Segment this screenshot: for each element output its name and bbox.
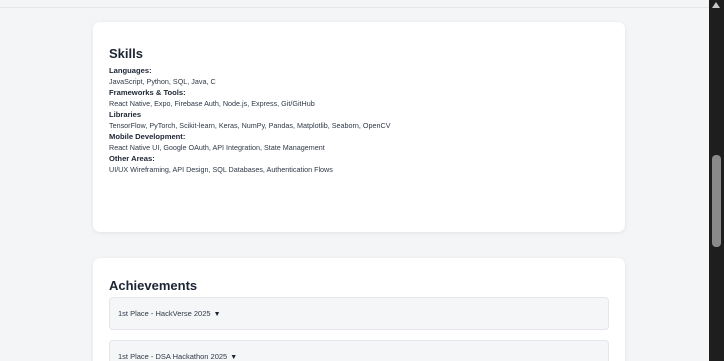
skill-category-label: Other Areas: (109, 154, 155, 163)
achievement-label: 1st Place - HackVerse 2025 ▼ (118, 309, 221, 318)
achievement-item-dsa-hackathon[interactable]: 1st Place - DSA Hackathon 2025 ▼ (109, 340, 609, 361)
achievement-label-text: 1st Place - HackVerse 2025 (118, 309, 211, 318)
skill-category-items: React Native, Expo, Firebase Auth, Node.… (109, 99, 315, 108)
skill-category-items: React Native UI, Google OAuth, API Integ… (109, 143, 325, 152)
achievement-label-text: 1st Place - DSA Hackathon 2025 (118, 352, 228, 361)
skill-category-items: UI/UX Wireframing, API Design, SQL Datab… (109, 165, 333, 174)
vertical-scrollbar[interactable] (709, 0, 724, 361)
skills-card: Skills Languages: JavaScript, Python, SQ… (93, 22, 625, 232)
page-viewport: Skills Languages: JavaScript, Python, SQ… (0, 0, 724, 361)
skill-category-label: Frameworks & Tools: (109, 88, 186, 97)
caret-down-icon: ▼ (230, 354, 238, 361)
top-border (0, 0, 709, 8)
achievements-card: Achievements 1st Place - HackVerse 2025 ▼… (93, 258, 625, 361)
skills-title: Skills (109, 46, 143, 61)
skill-category-items: JavaScript, Python, SQL, Java, C (109, 77, 216, 86)
scrollbar-thumb[interactable] (712, 155, 721, 247)
achievements-title: Achievements (109, 278, 198, 293)
achievement-item-hackverse[interactable]: 1st Place - HackVerse 2025 ▼ (109, 297, 609, 330)
scroll-up-arrow-icon[interactable] (712, 2, 720, 8)
skill-category-items: TensorFlow, PyTorch, Scikit-learn, Keras… (109, 121, 391, 130)
skill-category-label: Libraries (109, 110, 142, 119)
skills-list: Languages: JavaScript, Python, SQL, Java… (109, 66, 609, 176)
skill-category-label: Languages: (109, 66, 152, 75)
caret-down-icon: ▼ (213, 311, 221, 318)
achievement-label: 1st Place - DSA Hackathon 2025 ▼ (118, 352, 237, 361)
skill-category-label: Mobile Development: (109, 132, 186, 141)
